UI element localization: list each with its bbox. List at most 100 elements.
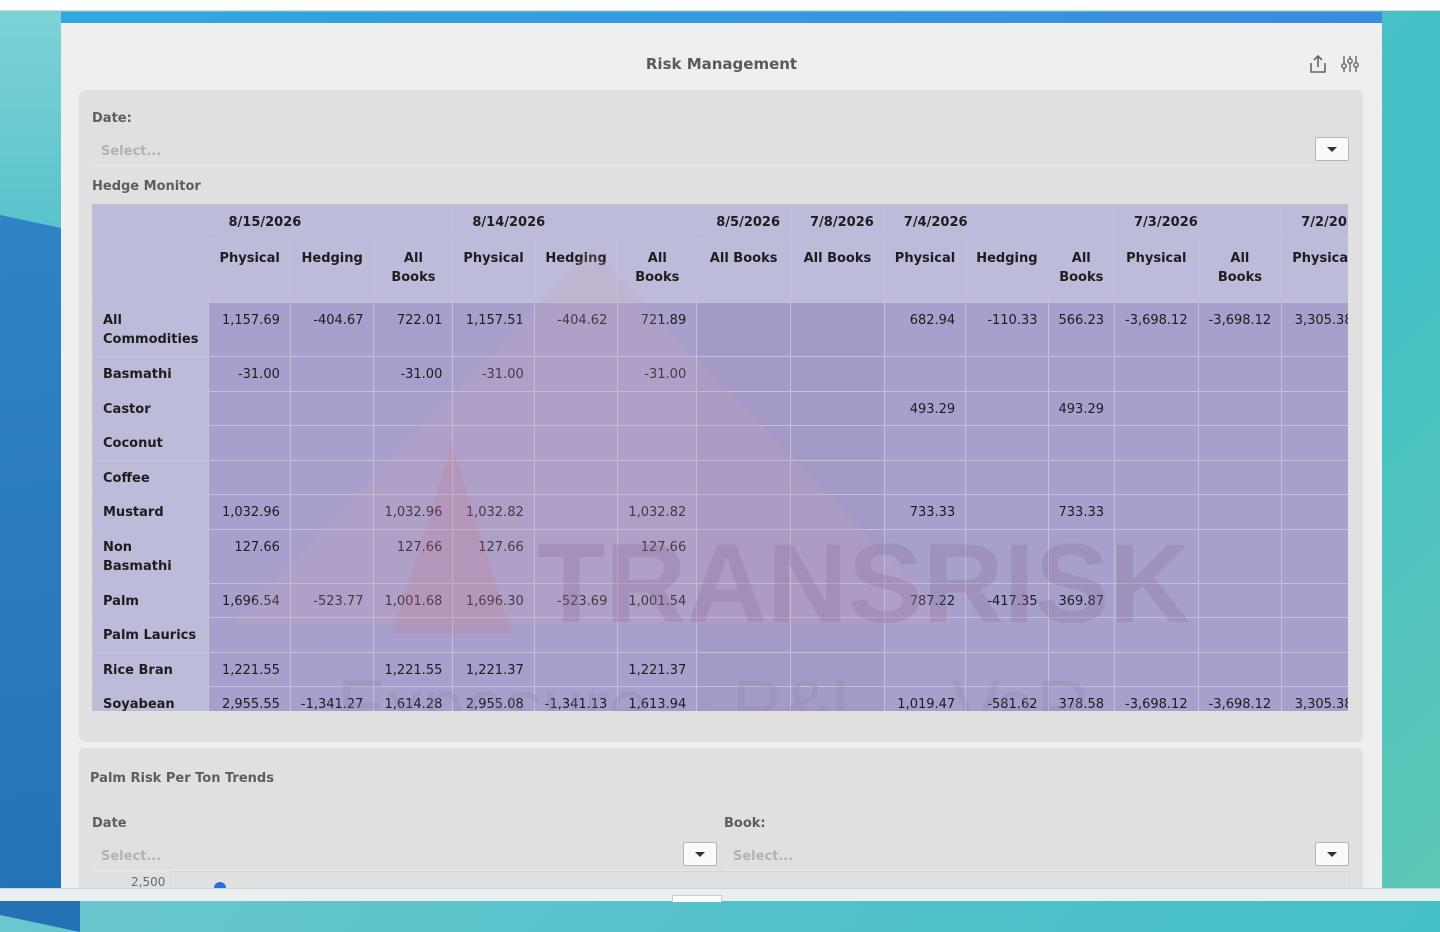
value-cell[interactable]: [1281, 529, 1348, 584]
value-cell[interactable]: 3,305.38: [1281, 686, 1348, 711]
value-cell[interactable]: 1,157.69: [208, 302, 291, 357]
book-column-header[interactable]: Physical: [452, 239, 535, 303]
value-cell[interactable]: [1197, 391, 1283, 426]
value-cell[interactable]: [1197, 494, 1283, 530]
sliders-icon[interactable]: [1339, 53, 1361, 75]
value-cell[interactable]: [289, 391, 375, 426]
value-cell[interactable]: [1047, 356, 1116, 392]
value-cell[interactable]: [533, 529, 619, 584]
value-cell[interactable]: [1197, 529, 1283, 584]
hedge-monitor-table-viewport[interactable]: 8/15/2026 8/14/2026 8/5/2026 7/8/2026 7/4/20…: [92, 204, 1348, 711]
value-cell[interactable]: [1281, 425, 1348, 461]
value-cell[interactable]: [696, 686, 792, 711]
value-cell[interactable]: [373, 617, 454, 653]
value-cell[interactable]: [373, 391, 454, 426]
value-cell[interactable]: [1047, 529, 1116, 584]
value-cell[interactable]: [208, 425, 291, 461]
value-cell[interactable]: [617, 391, 698, 426]
value-cell[interactable]: 721.89: [617, 302, 698, 357]
value-cell[interactable]: [1114, 583, 1199, 618]
value-cell[interactable]: -581.62: [965, 686, 1049, 711]
value-cell[interactable]: 1,613.94: [617, 686, 698, 711]
date-column-header[interactable]: 7/2/2026: [1281, 204, 1348, 240]
value-cell[interactable]: -3,698.12: [1114, 686, 1199, 711]
date-column-header[interactable]: 7/8/2026: [790, 204, 885, 240]
value-cell[interactable]: [696, 583, 792, 618]
value-cell[interactable]: -1,341.27: [289, 686, 375, 711]
value-cell[interactable]: 1,614.28: [373, 686, 454, 711]
value-cell[interactable]: 566.23: [1047, 302, 1116, 357]
value-cell[interactable]: [696, 391, 792, 426]
value-cell[interactable]: 682.94: [883, 302, 967, 357]
value-cell[interactable]: [790, 529, 885, 584]
value-cell[interactable]: [883, 460, 967, 495]
value-cell[interactable]: [1281, 494, 1348, 530]
value-cell[interactable]: [533, 391, 619, 426]
value-cell[interactable]: [965, 391, 1049, 426]
value-cell[interactable]: 1,032.82: [452, 494, 535, 530]
value-cell[interactable]: -417.35: [965, 583, 1049, 618]
value-cell[interactable]: 2,955.08: [452, 686, 535, 711]
value-cell[interactable]: -523.69: [533, 583, 619, 618]
value-cell[interactable]: [617, 460, 698, 495]
value-cell[interactable]: [883, 356, 967, 392]
value-cell[interactable]: [617, 425, 698, 461]
value-cell[interactable]: 1,696.54: [208, 583, 291, 618]
value-cell[interactable]: [1281, 583, 1348, 618]
value-cell[interactable]: [1197, 425, 1283, 461]
value-cell[interactable]: [373, 460, 454, 495]
value-cell[interactable]: [289, 425, 375, 461]
date-select[interactable]: Select...: [92, 137, 1349, 166]
value-cell[interactable]: 787.22: [883, 583, 967, 618]
value-cell[interactable]: 369.87: [1047, 583, 1116, 618]
value-cell[interactable]: -3,698.12: [1197, 686, 1283, 711]
value-cell[interactable]: 1,019.47: [883, 686, 967, 711]
value-cell[interactable]: [1047, 425, 1116, 461]
value-cell[interactable]: [790, 356, 885, 392]
value-cell[interactable]: [1114, 529, 1199, 584]
value-cell[interactable]: 2,955.55: [208, 686, 291, 711]
export-icon[interactable]: [1307, 53, 1329, 75]
value-cell[interactable]: [790, 494, 885, 530]
value-cell[interactable]: [1197, 460, 1283, 495]
value-cell[interactable]: [373, 425, 454, 461]
value-cell[interactable]: [883, 529, 967, 584]
value-cell[interactable]: 1,032.96: [373, 494, 454, 530]
value-cell[interactable]: [965, 617, 1049, 653]
value-cell[interactable]: 1,221.37: [617, 652, 698, 687]
value-cell[interactable]: [790, 617, 885, 653]
value-cell[interactable]: -404.62: [533, 302, 619, 357]
value-cell[interactable]: [533, 425, 619, 461]
value-cell[interactable]: 1,157.51: [452, 302, 535, 357]
date-column-header[interactable]: 7/3/2026: [1114, 204, 1283, 240]
value-cell[interactable]: [696, 652, 792, 687]
value-cell[interactable]: -3,698.12: [1114, 302, 1199, 357]
value-cell[interactable]: -1,341.13: [533, 686, 619, 711]
value-cell[interactable]: [696, 460, 792, 495]
value-cell[interactable]: [533, 617, 619, 653]
value-cell[interactable]: -404.67: [289, 302, 375, 357]
value-cell[interactable]: [289, 617, 375, 653]
value-cell[interactable]: [289, 529, 375, 584]
value-cell[interactable]: [1197, 583, 1283, 618]
date-column-header[interactable]: 7/4/2026: [883, 204, 1116, 240]
value-cell[interactable]: 127.66: [208, 529, 291, 584]
book-column-header[interactable]: All Books: [373, 239, 454, 303]
value-cell[interactable]: [965, 356, 1049, 392]
value-cell[interactable]: [1114, 652, 1199, 687]
book-column-header[interactable]: All Books: [617, 239, 698, 303]
value-cell[interactable]: [208, 617, 291, 653]
value-cell[interactable]: -31.00: [373, 356, 454, 392]
value-cell[interactable]: -3,698.12: [1197, 302, 1283, 357]
value-cell[interactable]: [533, 652, 619, 687]
date-column-header[interactable]: 8/14/2026: [452, 204, 698, 240]
value-cell[interactable]: [883, 617, 967, 653]
book-column-header[interactable]: Physical: [883, 239, 967, 303]
book-column-header[interactable]: Hedging: [533, 239, 619, 303]
value-cell[interactable]: -523.77: [289, 583, 375, 618]
book-column-header[interactable]: All Books: [1197, 239, 1283, 303]
value-cell[interactable]: [208, 391, 291, 426]
value-cell[interactable]: [1114, 425, 1199, 461]
value-cell[interactable]: [1281, 356, 1348, 392]
value-cell[interactable]: [1197, 356, 1283, 392]
